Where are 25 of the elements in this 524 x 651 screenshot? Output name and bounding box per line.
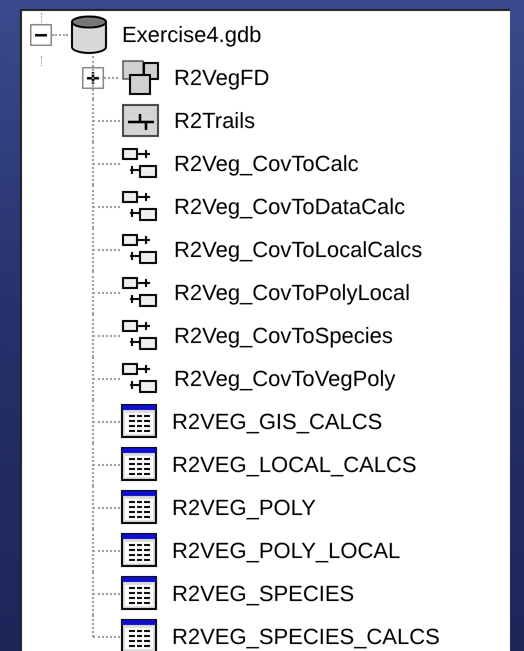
table-icon — [120, 402, 160, 440]
tree-item[interactable]: R2Veg_CovToCalc — [174, 147, 359, 180]
tree-item[interactable]: R2VEG_SPECIES — [172, 577, 354, 610]
table-icon — [120, 532, 160, 570]
tree-item[interactable]: R2VegFD — [174, 61, 270, 94]
tree-item[interactable]: R2Veg_CovToPolyLocal — [174, 276, 410, 309]
tree-item[interactable]: R2VEG_POLY — [172, 491, 316, 524]
tree-item[interactable]: R2Trails — [174, 104, 256, 137]
database-icon — [70, 14, 108, 54]
table-icon — [120, 574, 160, 612]
tree-item[interactable]: R2Veg_CovToVegPoly — [174, 362, 396, 395]
tree-item[interactable]: R2VEG_POLY_LOCAL — [172, 534, 400, 567]
tree-item[interactable]: R2VEG_LOCAL_CALCS — [172, 448, 417, 481]
expand-toggle[interactable] — [82, 66, 104, 88]
line-symbol-icon — [120, 102, 162, 140]
table-icon — [120, 488, 160, 526]
tree-item[interactable]: R2VEG_GIS_CALCS — [172, 405, 382, 438]
tree-item[interactable]: R2VEG_SPECIES_CALCS — [172, 620, 440, 651]
collapse-toggle[interactable] — [30, 24, 52, 46]
stacked-squares-icon — [120, 58, 162, 98]
tree-item[interactable]: R2Veg_CovToSpecies — [174, 319, 393, 352]
table-icon — [120, 446, 160, 484]
tree-item[interactable]: Exercise4.gdb — [122, 18, 262, 51]
tree-item[interactable]: R2Veg_CovToDataCalc — [174, 190, 406, 223]
tree-item[interactable]: R2Veg_CovToLocalCalcs — [174, 233, 422, 266]
